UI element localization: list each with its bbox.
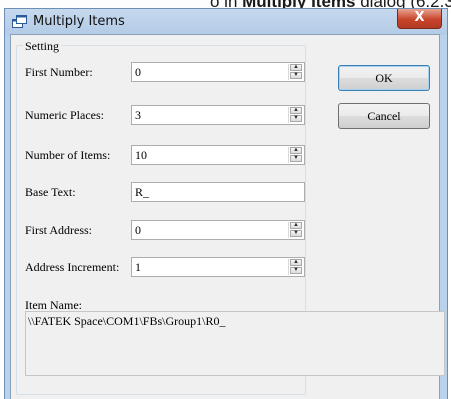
spin-down-icon[interactable]: ▼ [290, 115, 302, 122]
numeric-places-value: 3 [135, 108, 141, 122]
first-address-input[interactable]: 0 ▲ ▼ [131, 220, 305, 240]
numeric-places-spinner[interactable]: ▲ ▼ [288, 107, 303, 123]
spin-up-icon[interactable]: ▲ [290, 107, 302, 114]
address-increment-value: 1 [135, 260, 141, 274]
number-of-items-spinner[interactable]: ▲ ▼ [288, 147, 303, 163]
setting-group-label: Setting [23, 39, 62, 54]
ok-button[interactable]: OK [338, 65, 430, 91]
numeric-places-input[interactable]: 3 ▲ ▼ [131, 105, 305, 125]
title-bar[interactable]: Multiply Items X [5, 9, 447, 35]
numeric-places-label: Numeric Places: [25, 108, 104, 122]
cancel-button[interactable]: Cancel [338, 103, 430, 129]
item-name-display: \\FATEK Space\COM1\FBs\Group1\R0_ [25, 311, 445, 376]
base-text-label: Base Text: [25, 185, 76, 199]
first-number-label: First Number: [25, 65, 93, 79]
number-of-items-input[interactable]: 10 ▲ ▼ [131, 145, 305, 165]
base-text-input[interactable]: R_ [131, 182, 305, 202]
number-of-items-value: 10 [135, 148, 147, 162]
spin-down-icon[interactable]: ▼ [290, 155, 302, 162]
spin-down-icon[interactable]: ▼ [290, 230, 302, 237]
spin-up-icon[interactable]: ▲ [290, 222, 302, 229]
address-increment-label: Address Increment: [25, 260, 120, 274]
window-title: Multiply Items [33, 14, 125, 29]
close-icon: X [414, 10, 425, 25]
address-increment-spinner[interactable]: ▲ ▼ [288, 259, 303, 275]
multiply-items-dialog: Multiply Items X Setting First Number: 0… [4, 8, 448, 399]
address-increment-input[interactable]: 1 ▲ ▼ [131, 257, 305, 277]
base-text-value: R_ [135, 185, 150, 199]
spin-down-icon[interactable]: ▼ [290, 267, 302, 274]
first-number-input[interactable]: 0 ▲ ▼ [131, 62, 305, 82]
first-address-value: 0 [135, 223, 141, 237]
item-name-value: \\FATEK Space\COM1\FBs\Group1\R0_ [28, 314, 226, 328]
first-number-spinner[interactable]: ▲ ▼ [288, 64, 303, 80]
number-of-items-label: Number of Items: [25, 148, 111, 162]
first-number-value: 0 [135, 65, 141, 79]
spin-up-icon[interactable]: ▲ [290, 147, 302, 154]
spin-up-icon[interactable]: ▲ [290, 259, 302, 266]
spin-down-icon[interactable]: ▼ [290, 72, 302, 79]
close-button[interactable]: X [397, 9, 442, 29]
dialog-window-icon [12, 15, 27, 28]
first-address-label: First Address: [25, 223, 93, 237]
first-address-spinner[interactable]: ▲ ▼ [288, 222, 303, 238]
dialog-client-area: Setting First Number: 0 ▲ ▼ Numeric Plac… [10, 34, 445, 399]
spin-up-icon[interactable]: ▲ [290, 64, 302, 71]
